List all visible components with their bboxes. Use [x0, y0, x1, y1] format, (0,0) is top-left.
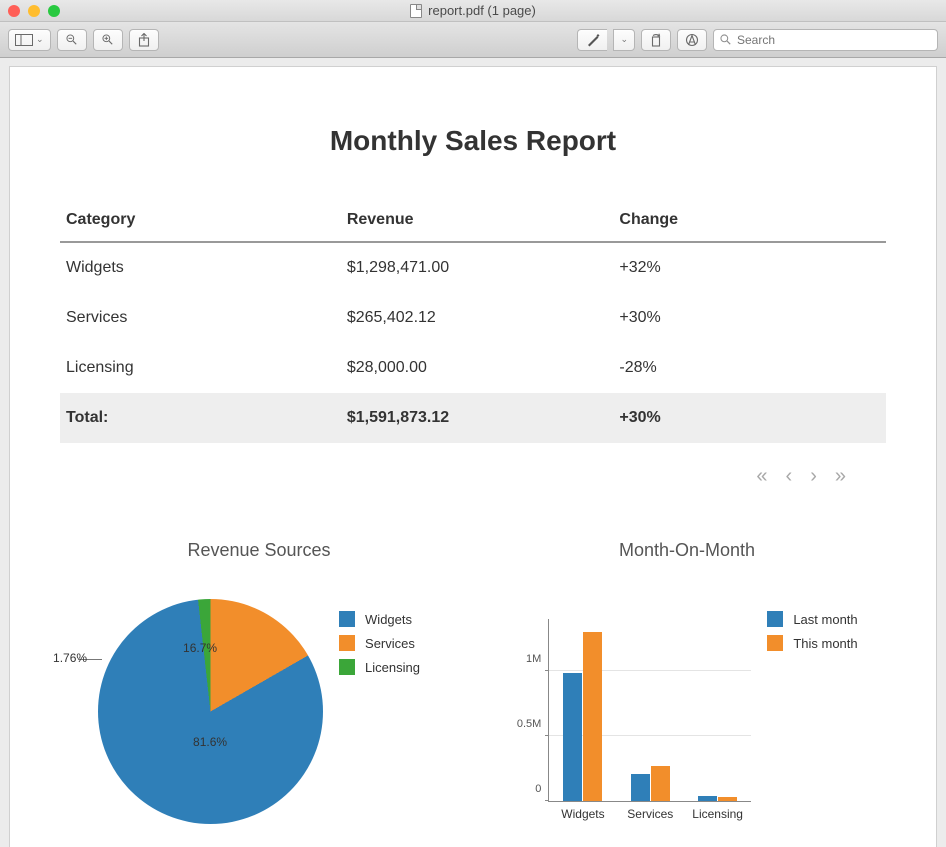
bar-chart-block: Month-On-Month 0 0.5M 1M	[488, 540, 886, 824]
page-next-button[interactable]: ›	[810, 465, 817, 488]
sidebar-toggle-button[interactable]: ⌄	[8, 29, 51, 51]
pie-chart-graphic	[98, 599, 323, 824]
pie-legend: Widgets Services Licensing	[339, 611, 420, 675]
total-change: +30%	[613, 393, 886, 443]
legend-item: Last month	[767, 611, 857, 627]
bar-plot-area: 0 0.5M 1M Widgets	[548, 619, 751, 802]
charts-row: Revenue Sources 81.6% 16.7% 1.76% Widget…	[60, 540, 886, 824]
pie-chart-block: Revenue Sources 81.6% 16.7% 1.76% Widget…	[60, 540, 458, 824]
bar-this-month	[583, 632, 602, 801]
zoom-in-button[interactable]	[93, 29, 123, 51]
window-title-text: report.pdf (1 page)	[428, 3, 536, 18]
cell-change: -28%	[613, 343, 886, 393]
document-file-icon	[410, 4, 422, 18]
pie-chart: 81.6% 16.7% 1.76%	[98, 599, 323, 824]
bar-last-month	[631, 774, 650, 801]
total-label: Total:	[60, 393, 341, 443]
legend-label: This month	[793, 636, 857, 651]
legend-swatch-icon	[767, 611, 783, 627]
bar-this-month	[651, 766, 670, 801]
search-input[interactable]	[737, 33, 931, 47]
legend-item: Licensing	[339, 659, 420, 675]
x-axis-label: Licensing	[692, 807, 743, 821]
y-axis-label: 0.5M	[517, 718, 541, 730]
pie-slice-label-widgets: 81.6%	[193, 735, 227, 749]
table-header-row: Category Revenue Change	[60, 201, 886, 242]
window-title: report.pdf (1 page)	[0, 3, 946, 18]
toolbar: ⌄ ⌄	[0, 22, 946, 58]
cell-revenue: $28,000.00	[341, 343, 614, 393]
x-axis-label: Services	[627, 807, 673, 821]
table-row: Widgets $1,298,471.00 +32%	[60, 242, 886, 293]
legend-item: This month	[767, 635, 857, 651]
table-row: Services $265,402.12 +30%	[60, 293, 886, 343]
minimize-window-button[interactable]	[28, 5, 40, 17]
legend-item: Widgets	[339, 611, 420, 627]
page-last-button[interactable]: »	[835, 465, 846, 488]
cell-revenue: $265,402.12	[341, 293, 614, 343]
legend-swatch-icon	[339, 659, 355, 675]
markup-button[interactable]	[577, 29, 607, 51]
sales-table: Category Revenue Change Widgets $1,298,4…	[60, 201, 886, 443]
bar-legend: Last month This month	[767, 611, 857, 651]
cell-change: +32%	[613, 242, 886, 293]
bar-group-services: Services	[617, 619, 684, 801]
total-revenue: $1,591,873.12	[341, 393, 614, 443]
legend-swatch-icon	[339, 611, 355, 627]
bar-group-widgets: Widgets	[549, 619, 616, 801]
col-header-revenue: Revenue	[341, 201, 614, 242]
close-window-button[interactable]	[8, 5, 20, 17]
traffic-lights	[8, 5, 60, 17]
y-axis-label: 1M	[526, 653, 541, 665]
document-page: Monthly Sales Report Category Revenue Ch…	[9, 66, 937, 847]
x-axis-label: Widgets	[561, 807, 604, 821]
cell-category: Licensing	[60, 343, 341, 393]
markup-dropdown-button[interactable]: ⌄	[613, 29, 635, 51]
legend-label: Services	[365, 636, 415, 651]
cell-revenue: $1,298,471.00	[341, 242, 614, 293]
bar-group-licensing: Licensing	[684, 619, 751, 801]
pie-chart-title: Revenue Sources	[187, 540, 330, 561]
share-button[interactable]	[129, 29, 159, 51]
zoom-window-button[interactable]	[48, 5, 60, 17]
bar-last-month	[563, 673, 582, 801]
window-titlebar: report.pdf (1 page)	[0, 0, 946, 22]
bar-chart: 0 0.5M 1M Widgets	[516, 599, 751, 824]
search-field[interactable]	[713, 29, 938, 51]
document-title: Monthly Sales Report	[60, 125, 886, 157]
col-header-category: Category	[60, 201, 341, 242]
cell-category: Services	[60, 293, 341, 343]
zoom-out-button[interactable]	[57, 29, 87, 51]
rotate-button[interactable]	[641, 29, 671, 51]
legend-item: Services	[339, 635, 420, 651]
bar-last-month	[698, 796, 717, 801]
bar-this-month	[718, 797, 737, 801]
pie-slice-label-services: 16.7%	[183, 641, 217, 655]
page-prev-button[interactable]: ‹	[786, 465, 793, 488]
page-viewport: Monthly Sales Report Category Revenue Ch…	[0, 58, 946, 847]
legend-label: Last month	[793, 612, 857, 627]
table-row: Licensing $28,000.00 -28%	[60, 343, 886, 393]
legend-label: Widgets	[365, 612, 412, 627]
pie-slice-label-licensing: 1.76%	[53, 651, 87, 665]
annotate-button[interactable]	[677, 29, 707, 51]
legend-swatch-icon	[767, 635, 783, 651]
cell-change: +30%	[613, 293, 886, 343]
table-total-row: Total: $1,591,873.12 +30%	[60, 393, 886, 443]
cell-category: Widgets	[60, 242, 341, 293]
col-header-change: Change	[613, 201, 886, 242]
table-pagination: « ‹ › »	[60, 443, 886, 488]
legend-label: Licensing	[365, 660, 420, 675]
bar-chart-title: Month-On-Month	[619, 540, 755, 561]
y-axis-label: 0	[535, 783, 541, 795]
legend-swatch-icon	[339, 635, 355, 651]
page-first-button[interactable]: «	[756, 465, 767, 488]
